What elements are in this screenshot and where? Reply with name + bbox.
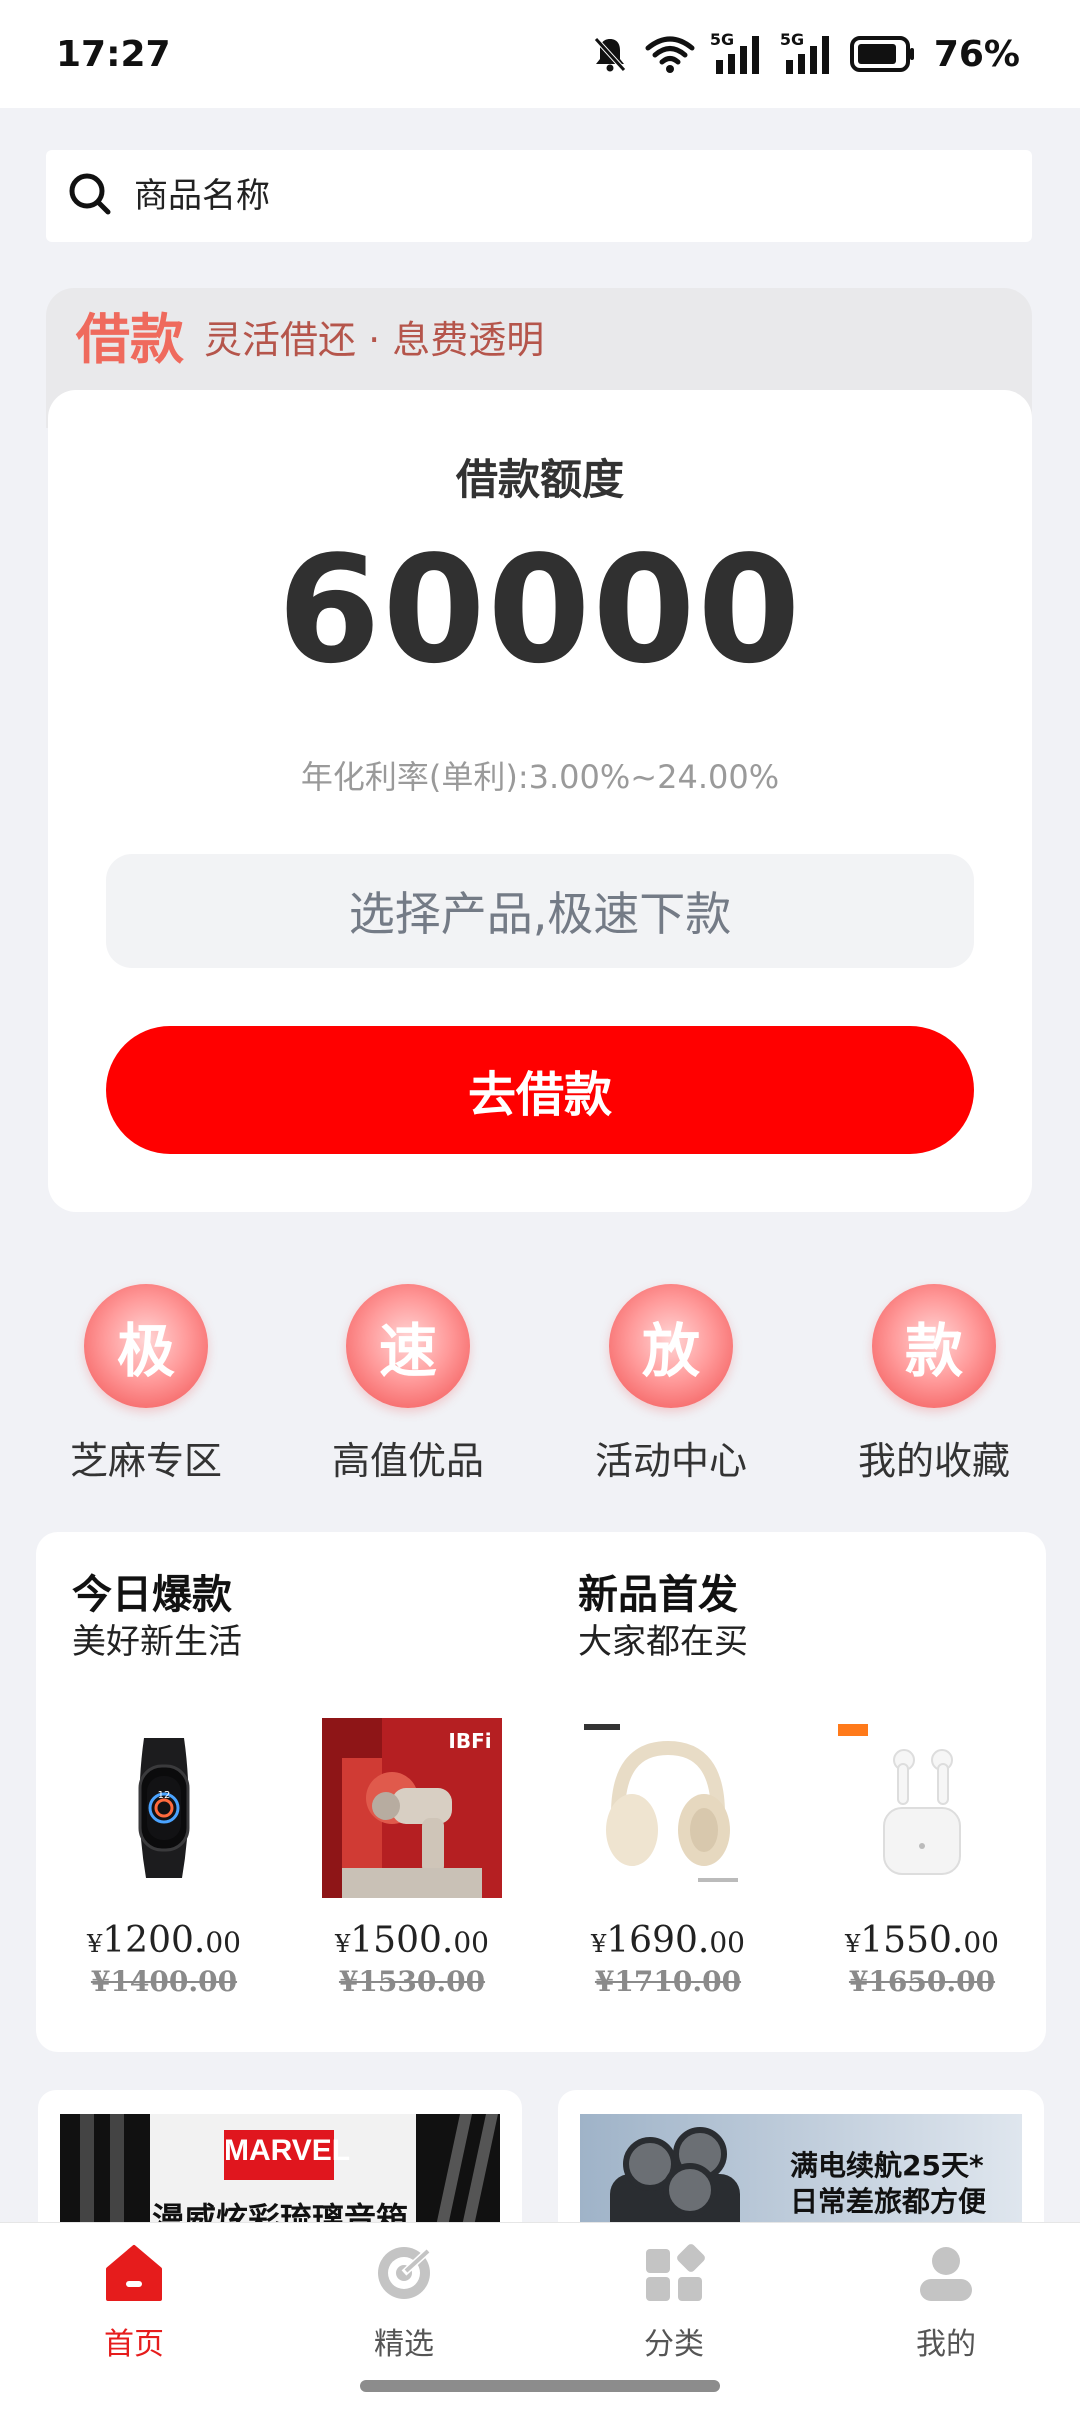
quick-entry-row: 极 芝麻专区 速 高值优品 放 活动中心 款 我的收藏 xyxy=(0,1284,1080,1483)
loan-amount: 60000 xyxy=(277,524,803,696)
quick-entry-label: 高值优品 xyxy=(331,1439,484,1483)
quick-entry-favorites[interactable]: 款 我的收藏 xyxy=(824,1284,1044,1485)
quick-entry-label: 活动中心 xyxy=(594,1439,747,1483)
target-icon xyxy=(372,2241,436,2305)
borrow-button[interactable]: 去借款 xyxy=(106,1026,974,1154)
search-icon xyxy=(66,170,114,222)
product-price: ¥1200.00 xyxy=(64,1920,264,1961)
price-currency: ¥ xyxy=(845,1930,861,1958)
search-bar[interactable] xyxy=(46,150,1032,242)
mute-bell-icon xyxy=(590,34,630,74)
new-arrivals-subtitle: 大家都在买 xyxy=(578,1622,748,1662)
battery-icon xyxy=(849,35,916,73)
earbuds-image xyxy=(832,1718,1012,1898)
home-indicator[interactable] xyxy=(360,2380,720,2392)
price-currency: ¥ xyxy=(87,1930,103,1958)
product-panel: 今日爆款 美好新生活 新品首发 大家都在买 12 ¥1200.00 ¥1400.… xyxy=(36,1532,1046,2052)
price-integer: 1690. xyxy=(606,1920,710,1961)
price-decimal: 00 xyxy=(205,1926,241,1959)
status-icons: 5G 5G 76% xyxy=(590,30,1020,76)
home-icon xyxy=(102,2241,166,2305)
product-card[interactable]: IBFi ¥1500.00 ¥1530.00 xyxy=(312,1718,512,1998)
quick-entry-icon: 款 xyxy=(872,1284,996,1408)
status-time: 17:27 xyxy=(56,33,171,75)
original-price: ¥1710.00 xyxy=(594,1965,742,1998)
quick-entry-activity[interactable]: 放 活动中心 xyxy=(561,1284,781,1485)
loan-banner-title: 借款 xyxy=(76,308,184,371)
search-input[interactable] xyxy=(134,176,934,216)
svg-text:12: 12 xyxy=(158,1790,171,1801)
product-card[interactable]: ¥1690.00 ¥1710.00 xyxy=(568,1718,768,1998)
nav-profile[interactable]: 我的 xyxy=(866,2241,1026,2363)
loan-amount-label: 借款额度 xyxy=(455,455,624,504)
price-integer: 1500. xyxy=(350,1920,454,1961)
category-icon xyxy=(642,2241,706,2305)
signal-icon-1: 5G xyxy=(710,30,766,76)
product-price: ¥1550.00 xyxy=(822,1920,1022,1961)
price-decimal: 00 xyxy=(453,1926,489,1959)
battery-percentage: 76% xyxy=(933,33,1020,75)
hot-today-title[interactable]: 今日爆款 xyxy=(72,1562,232,1620)
product-card[interactable]: 12 ¥1200.00 ¥1400.00 xyxy=(64,1718,264,1998)
quick-entry-label: 芝麻专区 xyxy=(69,1439,222,1483)
price-decimal: 00 xyxy=(963,1926,999,1959)
loan-card: 借款额度 60000 年化利率(单利):3.00%~24.00% 选择产品,极速… xyxy=(48,390,1032,1212)
quick-entry-premium[interactable]: 速 高值优品 xyxy=(298,1284,518,1485)
nav-label: 我的 xyxy=(916,2327,976,2362)
loan-banner-subtitle: 灵活借还 · 息费透明 xyxy=(204,318,545,362)
smart-band-image: 12 xyxy=(74,1718,254,1898)
interest-rate-text: 年化利率(单利):3.00%~24.00% xyxy=(300,758,780,796)
original-price: ¥1650.00 xyxy=(848,1965,996,1998)
price-currency: ¥ xyxy=(335,1930,351,1958)
nav-label: 精选 xyxy=(374,2327,434,2362)
price-integer: 1200. xyxy=(102,1920,206,1961)
quick-entry-zhima[interactable]: 极 芝麻专区 xyxy=(36,1284,256,1485)
user-icon xyxy=(914,2241,978,2305)
signal-icon-2: 5G xyxy=(780,30,836,76)
nav-featured[interactable]: 精选 xyxy=(324,2241,484,2363)
hot-today-subtitle: 美好新生活 xyxy=(72,1622,242,1662)
new-arrivals-title[interactable]: 新品首发 xyxy=(578,1562,738,1620)
promo-line-2: 日常差旅都方便 xyxy=(790,2185,987,2218)
nav-home[interactable]: 首页 xyxy=(54,2241,214,2363)
status-bar: 17:27 5G 5G 76% xyxy=(0,0,1080,108)
product-card[interactable]: ¥1550.00 ¥1650.00 xyxy=(822,1718,1022,1998)
quick-entry-icon: 极 xyxy=(84,1284,208,1408)
product-select-field[interactable]: 选择产品,极速下款 xyxy=(106,854,974,968)
nav-category[interactable]: 分类 xyxy=(594,2241,754,2363)
nav-label: 分类 xyxy=(644,2327,704,2362)
original-price: ¥1400.00 xyxy=(90,1965,238,1998)
price-decimal: 00 xyxy=(709,1926,745,1959)
quick-entry-icon: 速 xyxy=(346,1284,470,1408)
product-image-brand: IBFi xyxy=(448,1729,491,1753)
wifi-icon xyxy=(644,34,696,74)
quick-entry-icon: 放 xyxy=(609,1284,733,1408)
headphones-image xyxy=(578,1718,758,1898)
nav-label: 首页 xyxy=(104,2327,164,2362)
product-price: ¥1500.00 xyxy=(312,1920,512,1961)
promo-brand: MARVEL xyxy=(224,2134,351,2167)
price-currency: ¥ xyxy=(591,1930,607,1958)
price-integer: 1550. xyxy=(860,1920,964,1961)
product-price: ¥1690.00 xyxy=(568,1920,768,1961)
original-price: ¥1530.00 xyxy=(338,1965,486,1998)
quick-entry-label: 我的收藏 xyxy=(857,1439,1010,1483)
promo-line-1: 满电续航25天* xyxy=(790,2149,984,2182)
massage-gun-image: IBFi xyxy=(322,1718,502,1898)
